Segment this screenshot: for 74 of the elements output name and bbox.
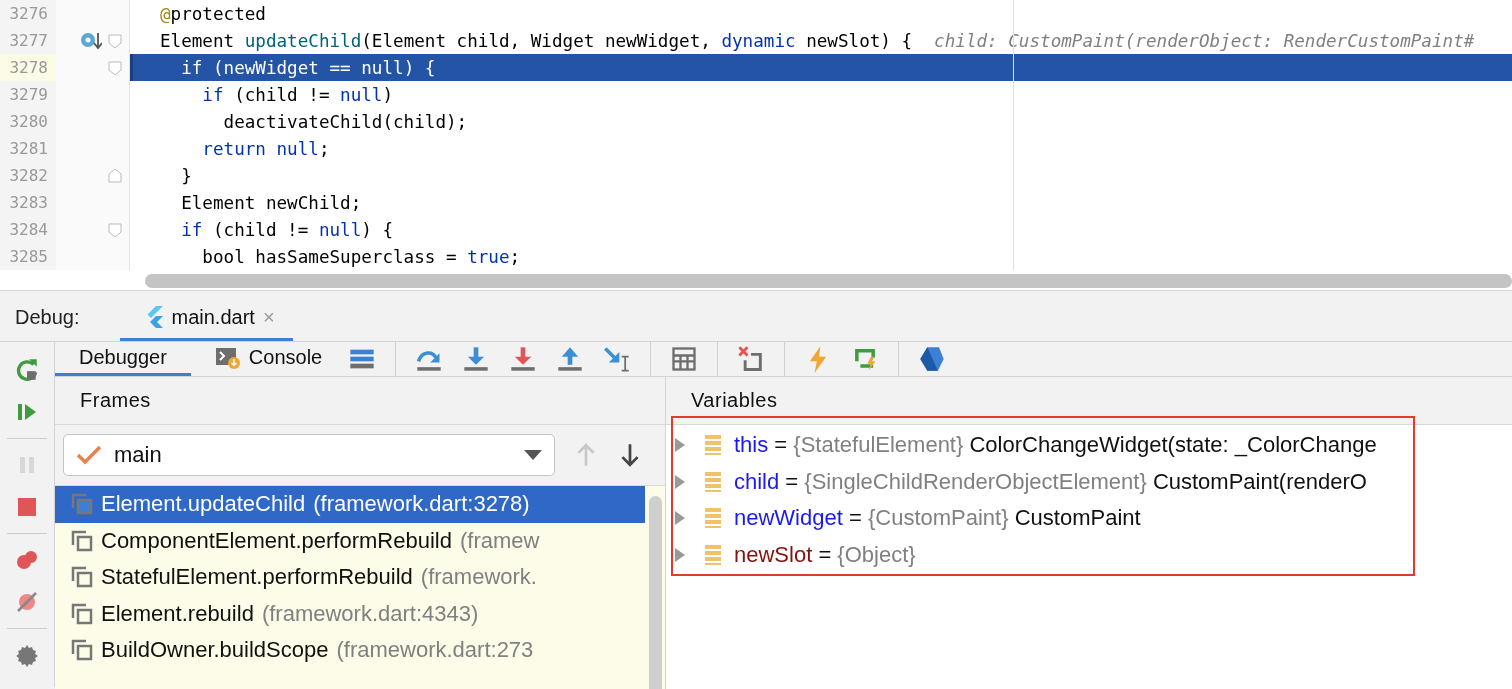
stack-frame-icon — [71, 493, 93, 516]
breakpoints-icon[interactable] — [15, 548, 39, 572]
variable-name: child — [734, 468, 780, 495]
check-icon — [76, 444, 102, 466]
stack-frame-icon — [71, 602, 93, 625]
vertical-scrollbar[interactable] — [648, 496, 662, 689]
code-line: if (child != null) — [201, 84, 394, 105]
stack-frame-icon — [71, 529, 93, 552]
line-number: 3284 — [8, 219, 49, 241]
run-tab[interactable]: main.dart × — [119, 305, 293, 341]
frame-row[interactable]: Element.rebuild (framework.dart:4343) — [55, 595, 645, 632]
stack-frame-icon — [71, 639, 93, 662]
code-line: if (newWidget == null) { — [180, 57, 436, 78]
mute-breakpoints-icon[interactable] — [15, 590, 39, 614]
variable-value: = {StatefulElement} ColorChangeWidget(state: _ColorChange — [773, 432, 1377, 459]
thread-dropdown[interactable]: main — [63, 434, 555, 476]
line-number: 3281 — [8, 138, 49, 160]
run-to-cursor-icon[interactable] — [603, 345, 632, 373]
line-number: 3283 — [8, 192, 49, 214]
line-number: 3279 — [8, 84, 49, 106]
step-into-icon[interactable] — [462, 345, 491, 373]
console-icon — [214, 345, 241, 370]
field-icon — [703, 434, 723, 457]
caret-icon — [524, 449, 542, 461]
view-tab[interactable]: Debugger — [55, 342, 191, 376]
expand-arrow-icon[interactable] — [675, 474, 685, 489]
horizontal-scrollbar[interactable] — [145, 274, 1512, 288]
step-marker-icon[interactable] — [80, 30, 102, 51]
variable-name: this — [734, 432, 769, 459]
expand-arrow-icon[interactable] — [675, 511, 685, 526]
restart-arrow-icon[interactable] — [14, 356, 40, 382]
code-line: return null; — [201, 138, 330, 159]
field-icon — [703, 470, 723, 493]
code-line: } — [180, 165, 192, 186]
line-number: 3282 — [8, 165, 49, 187]
code-line: @protected — [160, 3, 266, 24]
inline-value-hint: child: CustomPaint(renderObject: RenderCustomPaint# — [934, 30, 1475, 51]
variable-value: = {CustomPaint} CustomPaint — [847, 505, 1141, 532]
code-line: if (child != null) { — [180, 219, 394, 240]
line-number: 3278 — [0, 54, 56, 81]
frame-row[interactable]: Element.updateChild (framework.dart:3278) — [55, 486, 645, 523]
view-tab[interactable]: Console — [190, 342, 347, 376]
stack-frame-icon — [71, 566, 93, 589]
frame-row[interactable]: BuildOwner.buildScope (framework.dart:273 — [55, 632, 645, 669]
code-line: Element updateChild(Element child, Widget newWidget, dynamic newSlot) { — [160, 30, 913, 51]
frame-row[interactable]: StatefulElement.performRebuild (framework. — [55, 559, 645, 596]
variable-value: = {SingleChildRenderObjectElement} CustomPaint(renderO — [784, 468, 1367, 495]
expand-arrow-icon[interactable] — [675, 547, 685, 562]
fold-marker-icon[interactable] — [108, 33, 122, 48]
fold-marker-icon[interactable] — [108, 222, 122, 237]
line-number: 3280 — [8, 111, 49, 133]
panel-title: Frames — [55, 377, 665, 425]
panel-label: Debug: — [15, 306, 80, 329]
fold-marker-icon[interactable] — [108, 168, 122, 183]
step-out-icon[interactable] — [556, 345, 585, 373]
fold-marker-icon[interactable] — [108, 60, 122, 75]
code-line: deactivateChild(child); — [222, 111, 468, 132]
field-icon — [703, 507, 723, 530]
stop-icon[interactable] — [15, 495, 39, 519]
variable-name: newSlot — [734, 541, 813, 568]
code-line: bool hasSameSuperclass = true; — [201, 246, 521, 267]
frame-row[interactable]: ComponentElement.performRebuild (framew — [55, 522, 645, 559]
line-number: 3277 — [8, 30, 49, 52]
line-number: 3276 — [8, 3, 49, 25]
force-step-into-icon[interactable] — [509, 345, 538, 373]
variable-name: newWidget — [734, 505, 843, 532]
variable-value: = {Object} — [817, 541, 916, 568]
code-line: Element newChild; — [180, 192, 362, 213]
line-number: 3285 — [8, 246, 49, 268]
field-icon — [703, 543, 723, 566]
gear-icon[interactable] — [15, 643, 39, 667]
calculator-icon[interactable] — [670, 345, 699, 373]
panel-title: Variables — [666, 377, 1512, 425]
expand-arrow-icon[interactable] — [675, 438, 685, 453]
